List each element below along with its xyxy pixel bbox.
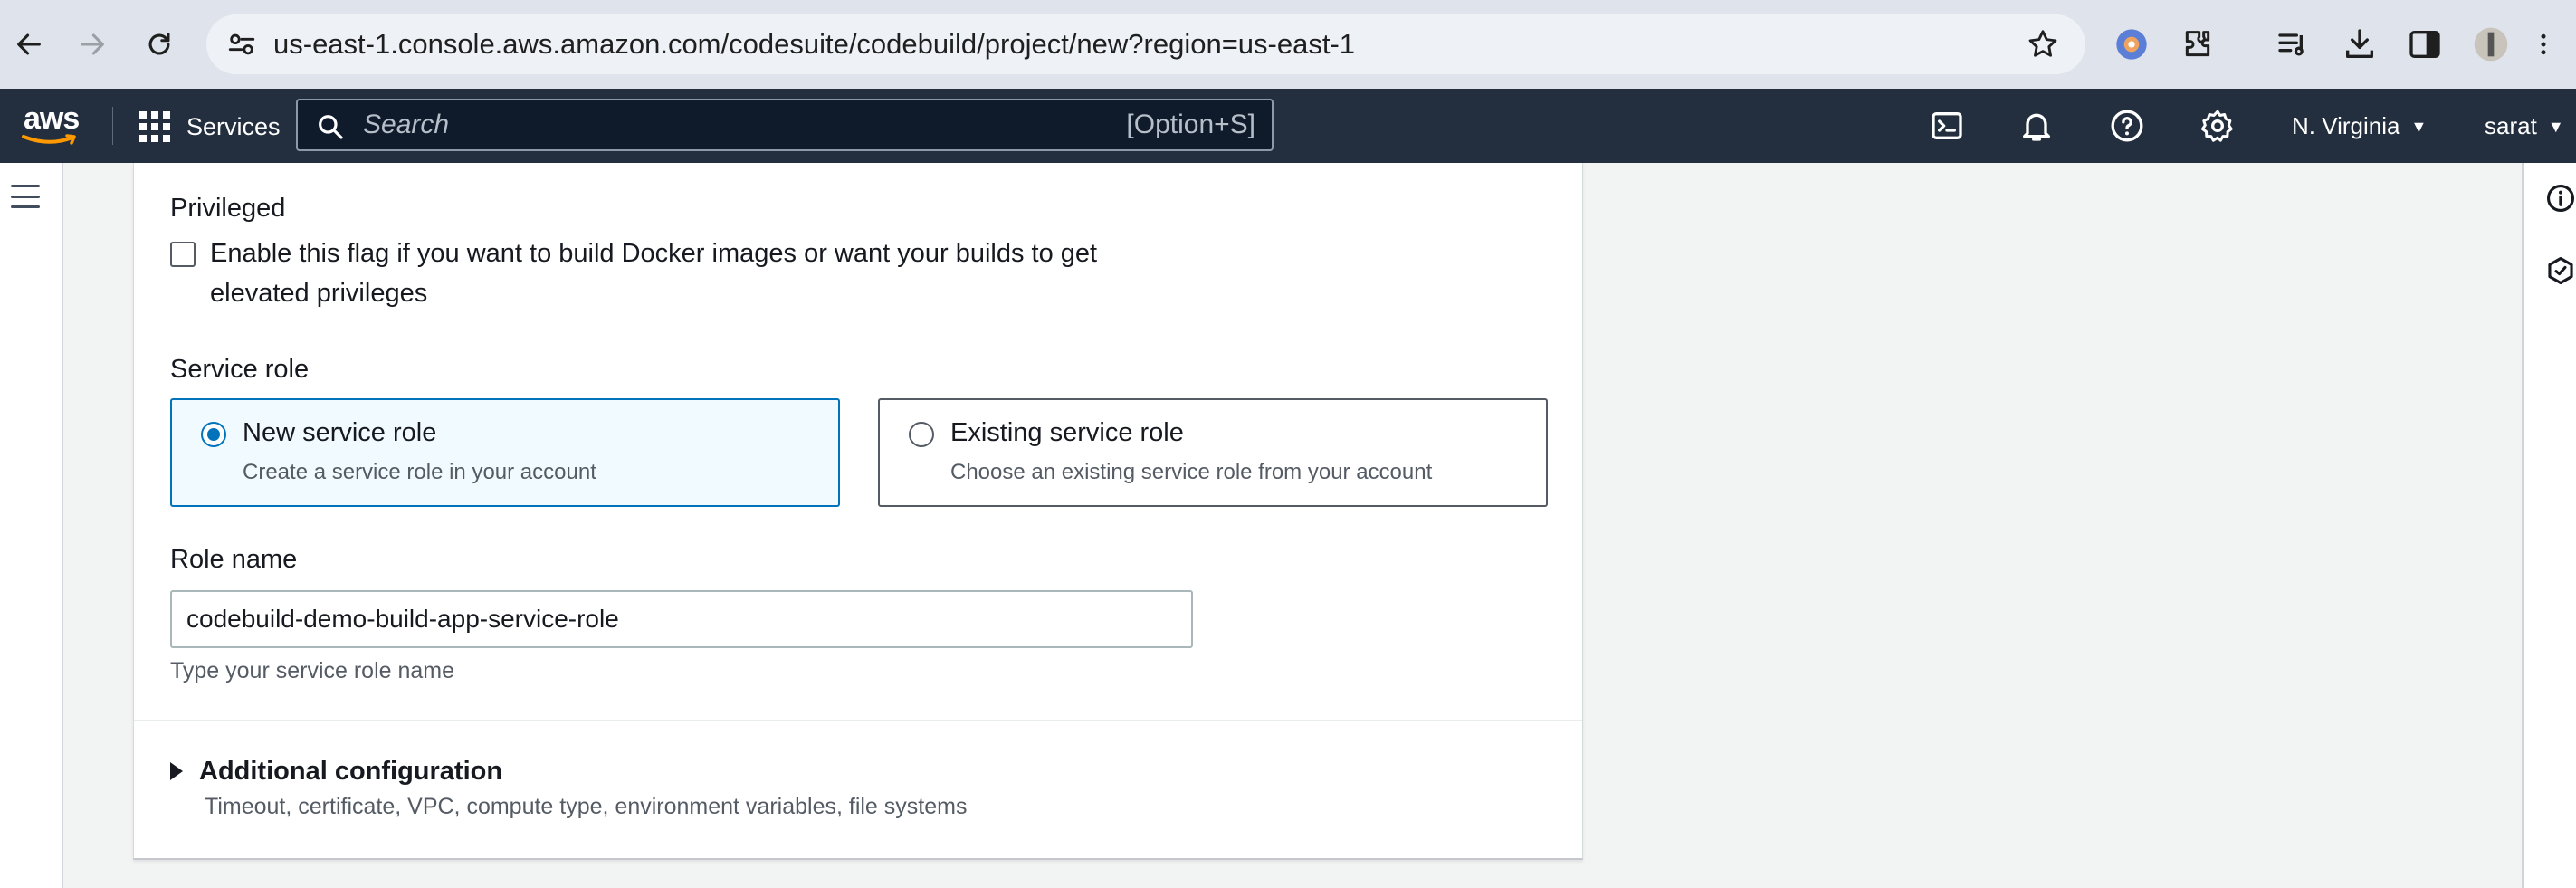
reading-list-icon[interactable]: [2275, 25, 2313, 63]
reload-button[interactable]: [138, 23, 181, 66]
caret-right-icon: [170, 762, 183, 780]
help-icon[interactable]: [2108, 107, 2146, 145]
environment-settings-card: Privileged Enable this flag if you want …: [133, 163, 1583, 860]
new-service-role-tile[interactable]: New service role Create a service role i…: [170, 398, 840, 507]
address-bar[interactable]: us-east-1.console.aws.amazon.com/codesui…: [206, 14, 2085, 74]
nav-separator: [112, 107, 113, 145]
reload-icon: [148, 33, 170, 55]
services-label: Services: [186, 112, 281, 140]
caret-down-icon: ▼: [2547, 118, 2564, 136]
downloads-icon[interactable]: [2341, 25, 2379, 63]
side-navigation-rail: [0, 163, 63, 888]
settings-gear-icon[interactable]: [2199, 107, 2237, 145]
additional-configuration-description: Timeout, certificate, VPC, compute type,…: [205, 794, 968, 819]
region-selector[interactable]: N. Virginia ▼: [2292, 89, 2427, 164]
additional-configuration-toggle[interactable]: Additional configuration: [170, 755, 502, 788]
console-search-input[interactable]: Search [Option+S]: [296, 99, 1274, 151]
feedback-hexagon-icon[interactable]: [2545, 255, 2576, 286]
search-placeholder: Search: [363, 110, 450, 139]
site-settings-icon[interactable]: [226, 29, 257, 60]
forward-button[interactable]: [71, 23, 114, 66]
existing-service-role-title: Existing service role: [950, 418, 1184, 447]
aws-console-header: aws Services Search [Option+S] N. Virgin…: [0, 89, 2576, 163]
info-icon[interactable]: [2545, 183, 2576, 214]
privileged-checkbox-label[interactable]: Enable this flag if you want to build Do…: [210, 234, 1160, 313]
url-text: us-east-1.console.aws.amazon.com/codesui…: [273, 28, 1356, 60]
existing-service-role-radio[interactable]: [909, 422, 934, 447]
existing-service-role-tile[interactable]: Existing service role Choose an existing…: [878, 398, 1548, 507]
account-menu[interactable]: sarat ▼: [2485, 89, 2564, 164]
search-shortcut-hint: [Option+S]: [1126, 110, 1255, 139]
tools-panel-rail: [2522, 163, 2576, 888]
existing-service-role-description: Choose an existing service role from you…: [950, 460, 1433, 484]
cloudshell-icon[interactable]: [1928, 107, 1966, 145]
privileged-checkbox[interactable]: [170, 242, 196, 267]
section-divider: [134, 720, 1582, 721]
additional-configuration-title: Additional configuration: [199, 756, 503, 786]
extension-avatar-icon[interactable]: [2113, 25, 2151, 63]
caret-down-icon: ▼: [2410, 118, 2428, 136]
new-service-role-title: New service role: [243, 418, 437, 447]
role-name-hint: Type your service role name: [170, 658, 455, 683]
services-menu-button[interactable]: Services: [139, 109, 281, 145]
aws-logo[interactable]: aws: [22, 101, 81, 150]
back-arrow-icon: [17, 33, 41, 55]
region-label: N. Virginia: [2292, 112, 2400, 139]
search-icon: [319, 115, 343, 139]
new-service-role-description: Create a service role in your account: [243, 460, 596, 484]
services-grid-icon: [139, 111, 170, 142]
side-panel-icon[interactable]: [2406, 25, 2444, 63]
forward-arrow-icon: [81, 33, 104, 55]
new-service-role-radio[interactable]: [201, 422, 226, 447]
aws-smile-icon: [22, 134, 76, 145]
browser-menu-icon[interactable]: [2534, 25, 2552, 63]
back-button[interactable]: [7, 23, 51, 66]
notifications-bell-icon[interactable]: [2018, 107, 2056, 145]
app-window: us-east-1.console.aws.amazon.com/codesui…: [0, 0, 2576, 888]
aws-logo-text: aws: [24, 101, 80, 136]
role-name-label: Role name: [170, 545, 298, 574]
browser-toolbar: us-east-1.console.aws.amazon.com/codesui…: [0, 0, 2576, 89]
profile-avatar-icon[interactable]: [2472, 25, 2510, 63]
user-name: sarat: [2485, 112, 2537, 139]
privileged-label: Privileged: [170, 194, 286, 223]
bookmark-star-icon[interactable]: [2026, 27, 2060, 62]
extensions-puzzle-icon[interactable]: [2179, 25, 2217, 63]
role-name-input[interactable]: codebuild-demo-build-app-service-role: [170, 590, 1193, 648]
menu-hamburger-icon[interactable]: [11, 185, 40, 208]
service-role-label: Service role: [170, 355, 310, 384]
